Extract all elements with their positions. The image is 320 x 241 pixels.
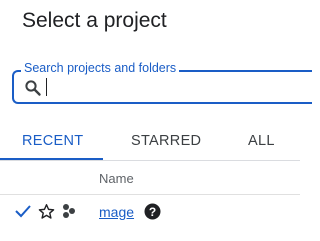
column-header-name[interactable]: Name xyxy=(99,171,134,186)
project-icon xyxy=(60,202,78,225)
check-icon xyxy=(14,204,32,223)
project-name-link[interactable]: mage xyxy=(99,204,134,220)
header-divider xyxy=(0,194,300,195)
search-input[interactable] xyxy=(50,78,280,96)
tab-recent[interactable]: RECENT xyxy=(22,133,83,149)
search-label: Search projects and folders xyxy=(21,61,180,75)
help-icon[interactable]: ? xyxy=(144,203,161,225)
tab-starred[interactable]: STARRED xyxy=(131,133,201,149)
text-caret xyxy=(46,78,48,96)
search-icon xyxy=(24,79,42,97)
tab-divider xyxy=(0,160,300,161)
page-title: Select a project xyxy=(22,9,167,32)
tab-all[interactable]: ALL xyxy=(248,133,275,149)
svg-text:?: ? xyxy=(149,205,156,219)
star-icon[interactable] xyxy=(38,203,55,225)
